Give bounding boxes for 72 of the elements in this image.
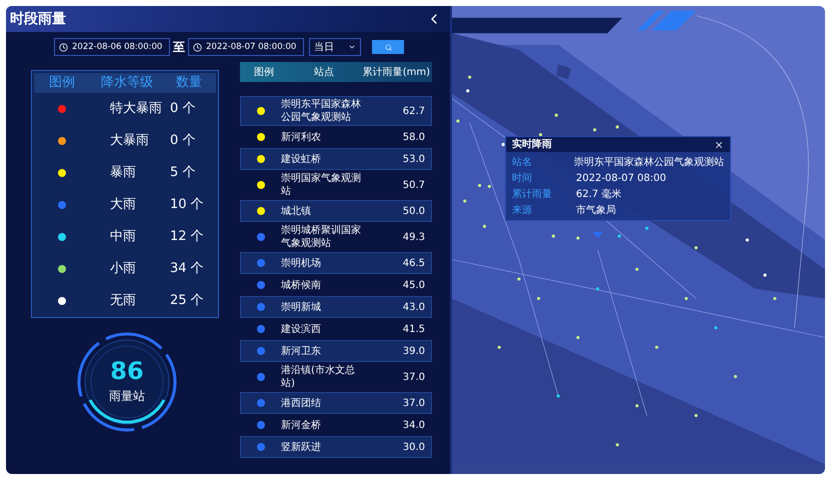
legend-header: 降水等级 (100, 74, 154, 92)
column-header: 累计雨量(mm) (362, 66, 431, 80)
rain-level: 暴雨 (109, 164, 137, 182)
field-label: 累计雨量 (512, 188, 553, 202)
rain-level: 大雨 (109, 196, 137, 214)
legend-header: 图例 (48, 74, 76, 92)
period-select[interactable]: 当日 (309, 38, 361, 56)
station-count: 10 个 (169, 196, 204, 214)
rainfall-value: 43.0 (402, 300, 426, 314)
caret-icon (348, 43, 356, 51)
field-label: 来源 (512, 204, 533, 218)
station-count: 5 个 (169, 164, 196, 182)
station-name: 港西团结 (281, 396, 322, 410)
station-name: 建设虹桥 (281, 152, 322, 166)
field-value: 市气象局 (576, 204, 616, 218)
popup-title: 实时降雨 (512, 137, 552, 152)
station-count: 34 个 (169, 260, 204, 278)
rainfall-value: 62.7 (402, 104, 426, 118)
rain-level: 特大暴雨 (109, 100, 163, 118)
rain-level: 无雨 (109, 292, 137, 310)
station-name: 建设滨西 (281, 322, 322, 336)
station-name: 城北镇 (281, 204, 312, 218)
station-name: 新河利农 (281, 130, 322, 144)
station-count: 25 个 (169, 292, 204, 310)
rainfall-value: 49.3 (402, 230, 426, 244)
panel-title: 时段雨量 (10, 10, 66, 28)
range-separator: 至 (173, 39, 185, 56)
start-time-field[interactable]: 2022-08-06 08:00:00 (54, 38, 170, 56)
station-name: 新河金桥 (281, 418, 322, 432)
column-header: 图例 (253, 66, 275, 80)
gauge-value: 86 (110, 359, 144, 383)
station-count: 0 个 (169, 100, 196, 118)
rainfall-value: 50.0 (402, 204, 426, 218)
station-name: 新河卫东 (281, 344, 322, 358)
rainfall-value: 37.0 (402, 370, 426, 384)
rainfall-value: 30.0 (402, 440, 426, 454)
rainfall-value: 37.0 (402, 396, 426, 410)
station-name: 崇明城桥聚训国家气象观测站 (281, 224, 362, 251)
rainfall-value: 50.7 (402, 178, 426, 192)
rain-level: 小雨 (109, 260, 137, 278)
field-value: 62.7 毫米 (576, 188, 622, 202)
rain-level: 大暴雨 (109, 132, 150, 150)
station-name: 崇明东平国家森林公园气象观测站 (281, 98, 362, 125)
station-name: 城桥候南 (281, 278, 322, 292)
rainfall-value: 53.0 (402, 152, 426, 166)
rain-level: 中雨 (109, 228, 137, 246)
rainfall-value: 45.0 (402, 278, 426, 292)
station-name: 崇明机场 (281, 256, 322, 270)
clock-icon (59, 42, 68, 52)
gauge-label: 雨量站 (109, 388, 145, 405)
station-name: 港沿镇(市水文总站) (281, 364, 356, 391)
station-count: 0 个 (169, 132, 196, 150)
rainfall-value: 58.0 (402, 130, 426, 144)
rainfall-value: 41.5 (402, 322, 426, 336)
station-count: 12 个 (169, 228, 204, 246)
pointer-icon (593, 232, 603, 238)
close-icon[interactable] (714, 140, 724, 150)
search-icon (384, 44, 392, 50)
field-label: 时间 (512, 172, 533, 186)
station-name: 崇明新城 (281, 300, 322, 314)
station-name: 崇明国家气象观测站 (281, 172, 362, 199)
rainfall-value: 39.0 (402, 344, 426, 358)
column-header: 站点 (313, 66, 335, 80)
field-value: 崇明东平国家森林公园气象观测站 (574, 156, 724, 170)
field-label: 站名 (512, 156, 533, 170)
clock-icon (193, 42, 202, 52)
end-time-field[interactable]: 2022-08-07 08:00:00 (188, 38, 304, 56)
rainfall-value: 34.0 (402, 418, 426, 432)
legend-header: 数量 (175, 74, 203, 92)
station-name: 竖新跃进 (281, 440, 322, 454)
rainfall-value: 46.5 (402, 256, 426, 270)
field-value: 2022-08-07 08:00 (576, 172, 666, 186)
